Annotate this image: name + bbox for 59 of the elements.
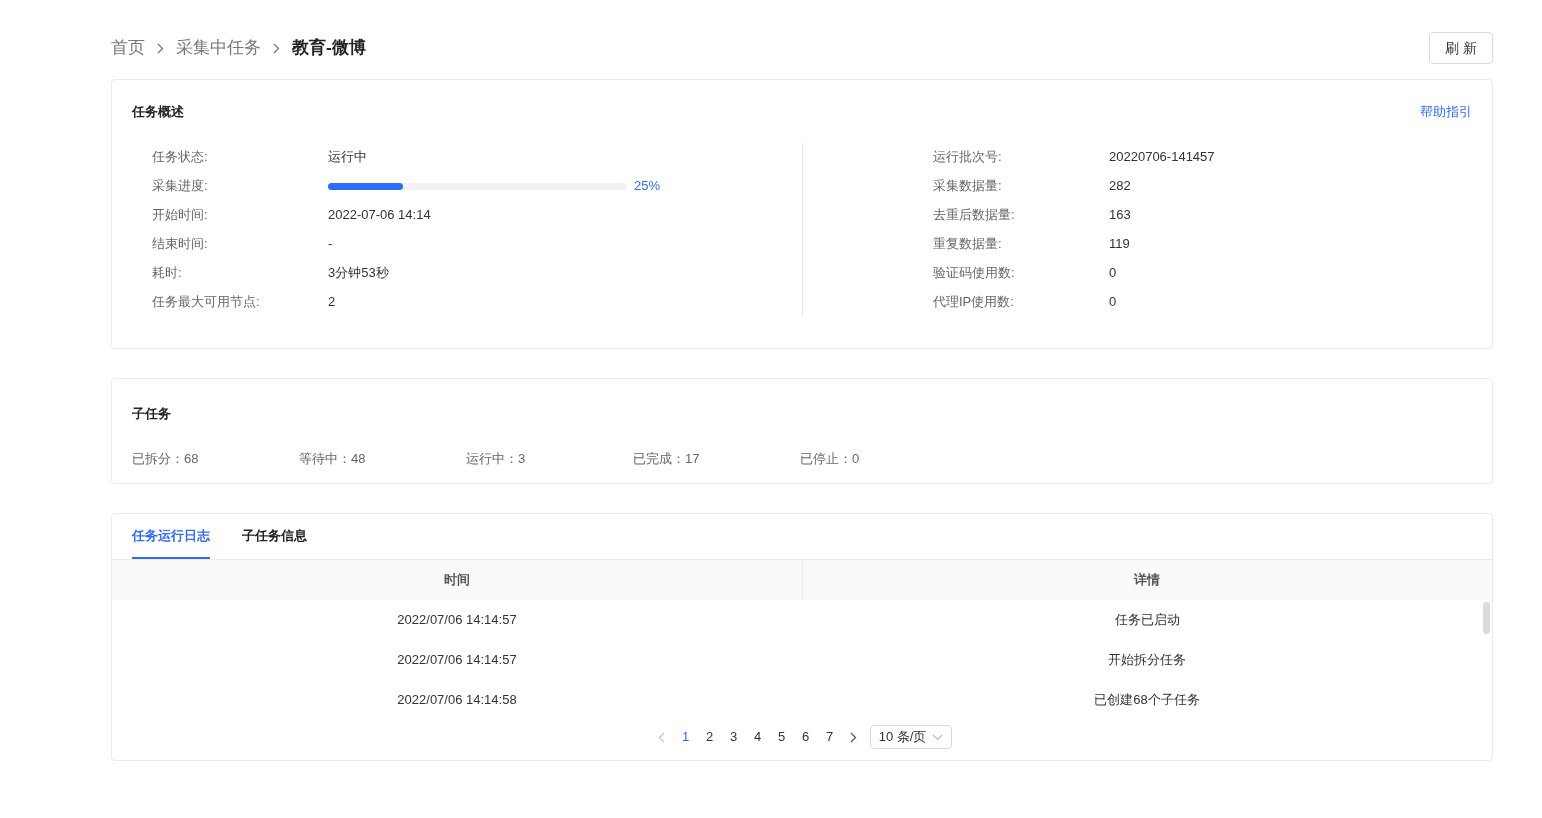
- chevron-right-icon: [157, 42, 164, 54]
- table-cell-text: 已创建68个子任务: [1094, 691, 1200, 710]
- breadcrumb-item[interactable]: 采集中任务: [176, 35, 261, 61]
- field-value: -: [328, 235, 333, 254]
- table-cell-text: 开始拆分任务: [1108, 651, 1186, 670]
- field-label: 任务最大可用节点:: [152, 293, 261, 312]
- field-label: 结束时间:: [152, 235, 209, 254]
- table-cell-text: 2022/07/06 14:14:57: [397, 651, 517, 670]
- page-size-select[interactable]: 10 条/页: [869, 725, 953, 749]
- field-value: 2022-07-06 14:14: [328, 206, 431, 225]
- field-label: 代理IP使用数:: [933, 293, 1015, 312]
- breadcrumb-item[interactable]: 首页: [111, 35, 145, 61]
- chevron-down-icon: [932, 733, 944, 741]
- field-value: 2: [328, 293, 336, 312]
- progress-reading: 25%: [634, 177, 661, 196]
- field-label: 去重后数据量:: [933, 206, 1016, 225]
- subtask-stat: 已完成：17: [633, 450, 701, 468]
- page-number[interactable]: 6: [795, 727, 816, 747]
- field-value: 282: [1109, 177, 1131, 196]
- breadcrumb-item: 教育-微博: [292, 37, 366, 60]
- field-label: 运行批次号:: [933, 148, 1003, 167]
- column-header: 时间: [443, 571, 470, 590]
- table-cell-text: 2022/07/06 14:14:57: [397, 611, 517, 630]
- field-value: 3分钟53秒: [328, 264, 389, 283]
- page-number[interactable]: 2: [699, 727, 720, 747]
- field-label: 任务状态:: [152, 148, 209, 167]
- refresh-button[interactable]: 刷 新: [1429, 32, 1493, 64]
- card-title: 任务概述: [132, 103, 184, 121]
- card-title: 子任务: [132, 406, 171, 421]
- subtask-stat: 运行中：3: [466, 450, 527, 468]
- scrollbar-thumb[interactable]: [1483, 602, 1490, 634]
- chevron-right-icon: [850, 731, 858, 743]
- page-number[interactable]: 7: [819, 727, 840, 747]
- tab[interactable]: 子任务信息: [242, 514, 307, 559]
- field-value: 119: [1109, 235, 1130, 254]
- field-label: 重复数据量:: [933, 235, 1003, 254]
- field-value: 163: [1109, 206, 1131, 225]
- column-header: 详情: [1134, 571, 1161, 590]
- field-value: 运行中: [328, 148, 367, 167]
- page-number[interactable]: 5: [771, 727, 792, 747]
- field-label: 开始时间:: [152, 206, 209, 225]
- table-cell-text: 2022/07/06 14:14:58: [397, 691, 517, 710]
- field-value: 0: [1109, 293, 1117, 312]
- chevron-left-icon: [658, 731, 666, 743]
- field-value: 0: [1109, 264, 1117, 283]
- page-number[interactable]: 3: [723, 727, 744, 747]
- table-cell-text: 任务已启动: [1114, 611, 1180, 630]
- page-number[interactable]: 4: [747, 727, 768, 747]
- chevron-right-icon: [273, 42, 280, 54]
- subtask-stat: 已停止：0: [800, 450, 861, 468]
- subtask-stat: 已拆分：68: [132, 450, 200, 468]
- page-number[interactable]: 1: [675, 727, 696, 747]
- subtask-stat: 等待中：48: [299, 450, 367, 468]
- field-value: 20220706-141457: [1109, 148, 1215, 167]
- field-label: 采集数据量:: [933, 177, 1003, 196]
- field-label: 采集进度:: [152, 177, 209, 196]
- field-label: 耗时:: [152, 264, 183, 283]
- field-label: 验证码使用数:: [933, 264, 1016, 283]
- help-link[interactable]: 帮助指引: [1420, 102, 1472, 122]
